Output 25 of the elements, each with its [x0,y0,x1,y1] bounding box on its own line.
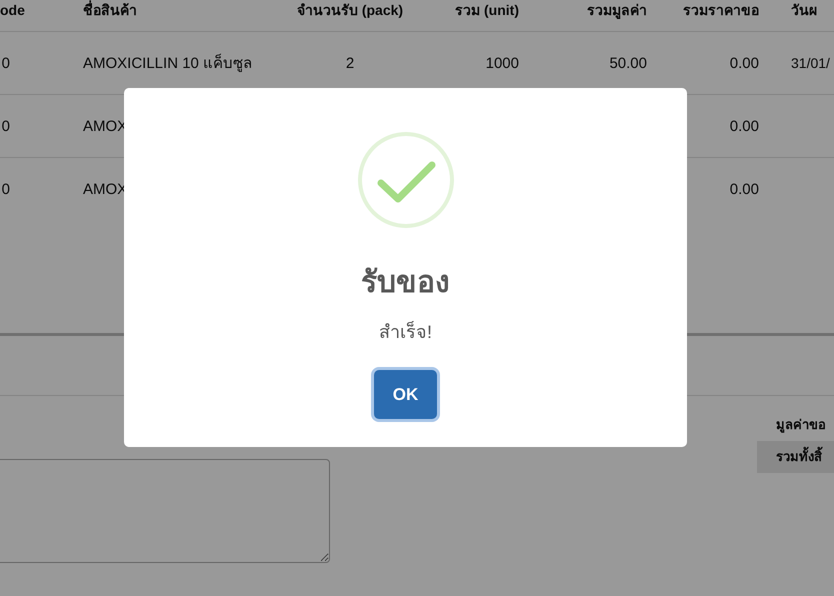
column-header: รวมราคาขอ [682,0,760,20]
column-header: ode [0,2,22,18]
table-cell-text: 31/01/ [790,55,831,71]
table-cell-text: 0.00 [728,54,760,72]
summary-label: รวมทั้งสิ้ [757,441,834,473]
summary-label: มูลค่าขอ [775,416,827,435]
table-cell-text: 0 [0,180,11,198]
ok-button[interactable]: OK [374,370,437,419]
table-cell-text: 0 [0,54,11,72]
table-cell-text: 0 [0,118,11,134]
table-cell-text: 1000 [484,54,520,72]
dialog-message: สำเร็จ! [378,320,432,344]
column-header: จำนวนรับ (pack) [296,0,404,20]
table-cell-text: 0.00 [728,118,760,134]
table-cell-text: 2 [344,54,356,72]
column-header: รวมมูลค่า [586,0,648,20]
checkmark-icon [358,132,454,228]
column-header: รวม (unit) [454,0,520,20]
table-cell-text: 50.00 [608,54,648,72]
column-header: วันผ [790,0,818,20]
table-cell-text: 0.00 [728,180,760,198]
table-cell-text: AMOXICILLIN 10 แค็บซูล [82,52,254,74]
note-field[interactable] [0,459,330,563]
dialog-title: รับของ [361,265,450,301]
column-header: ชื่อสินค้า [82,0,138,20]
